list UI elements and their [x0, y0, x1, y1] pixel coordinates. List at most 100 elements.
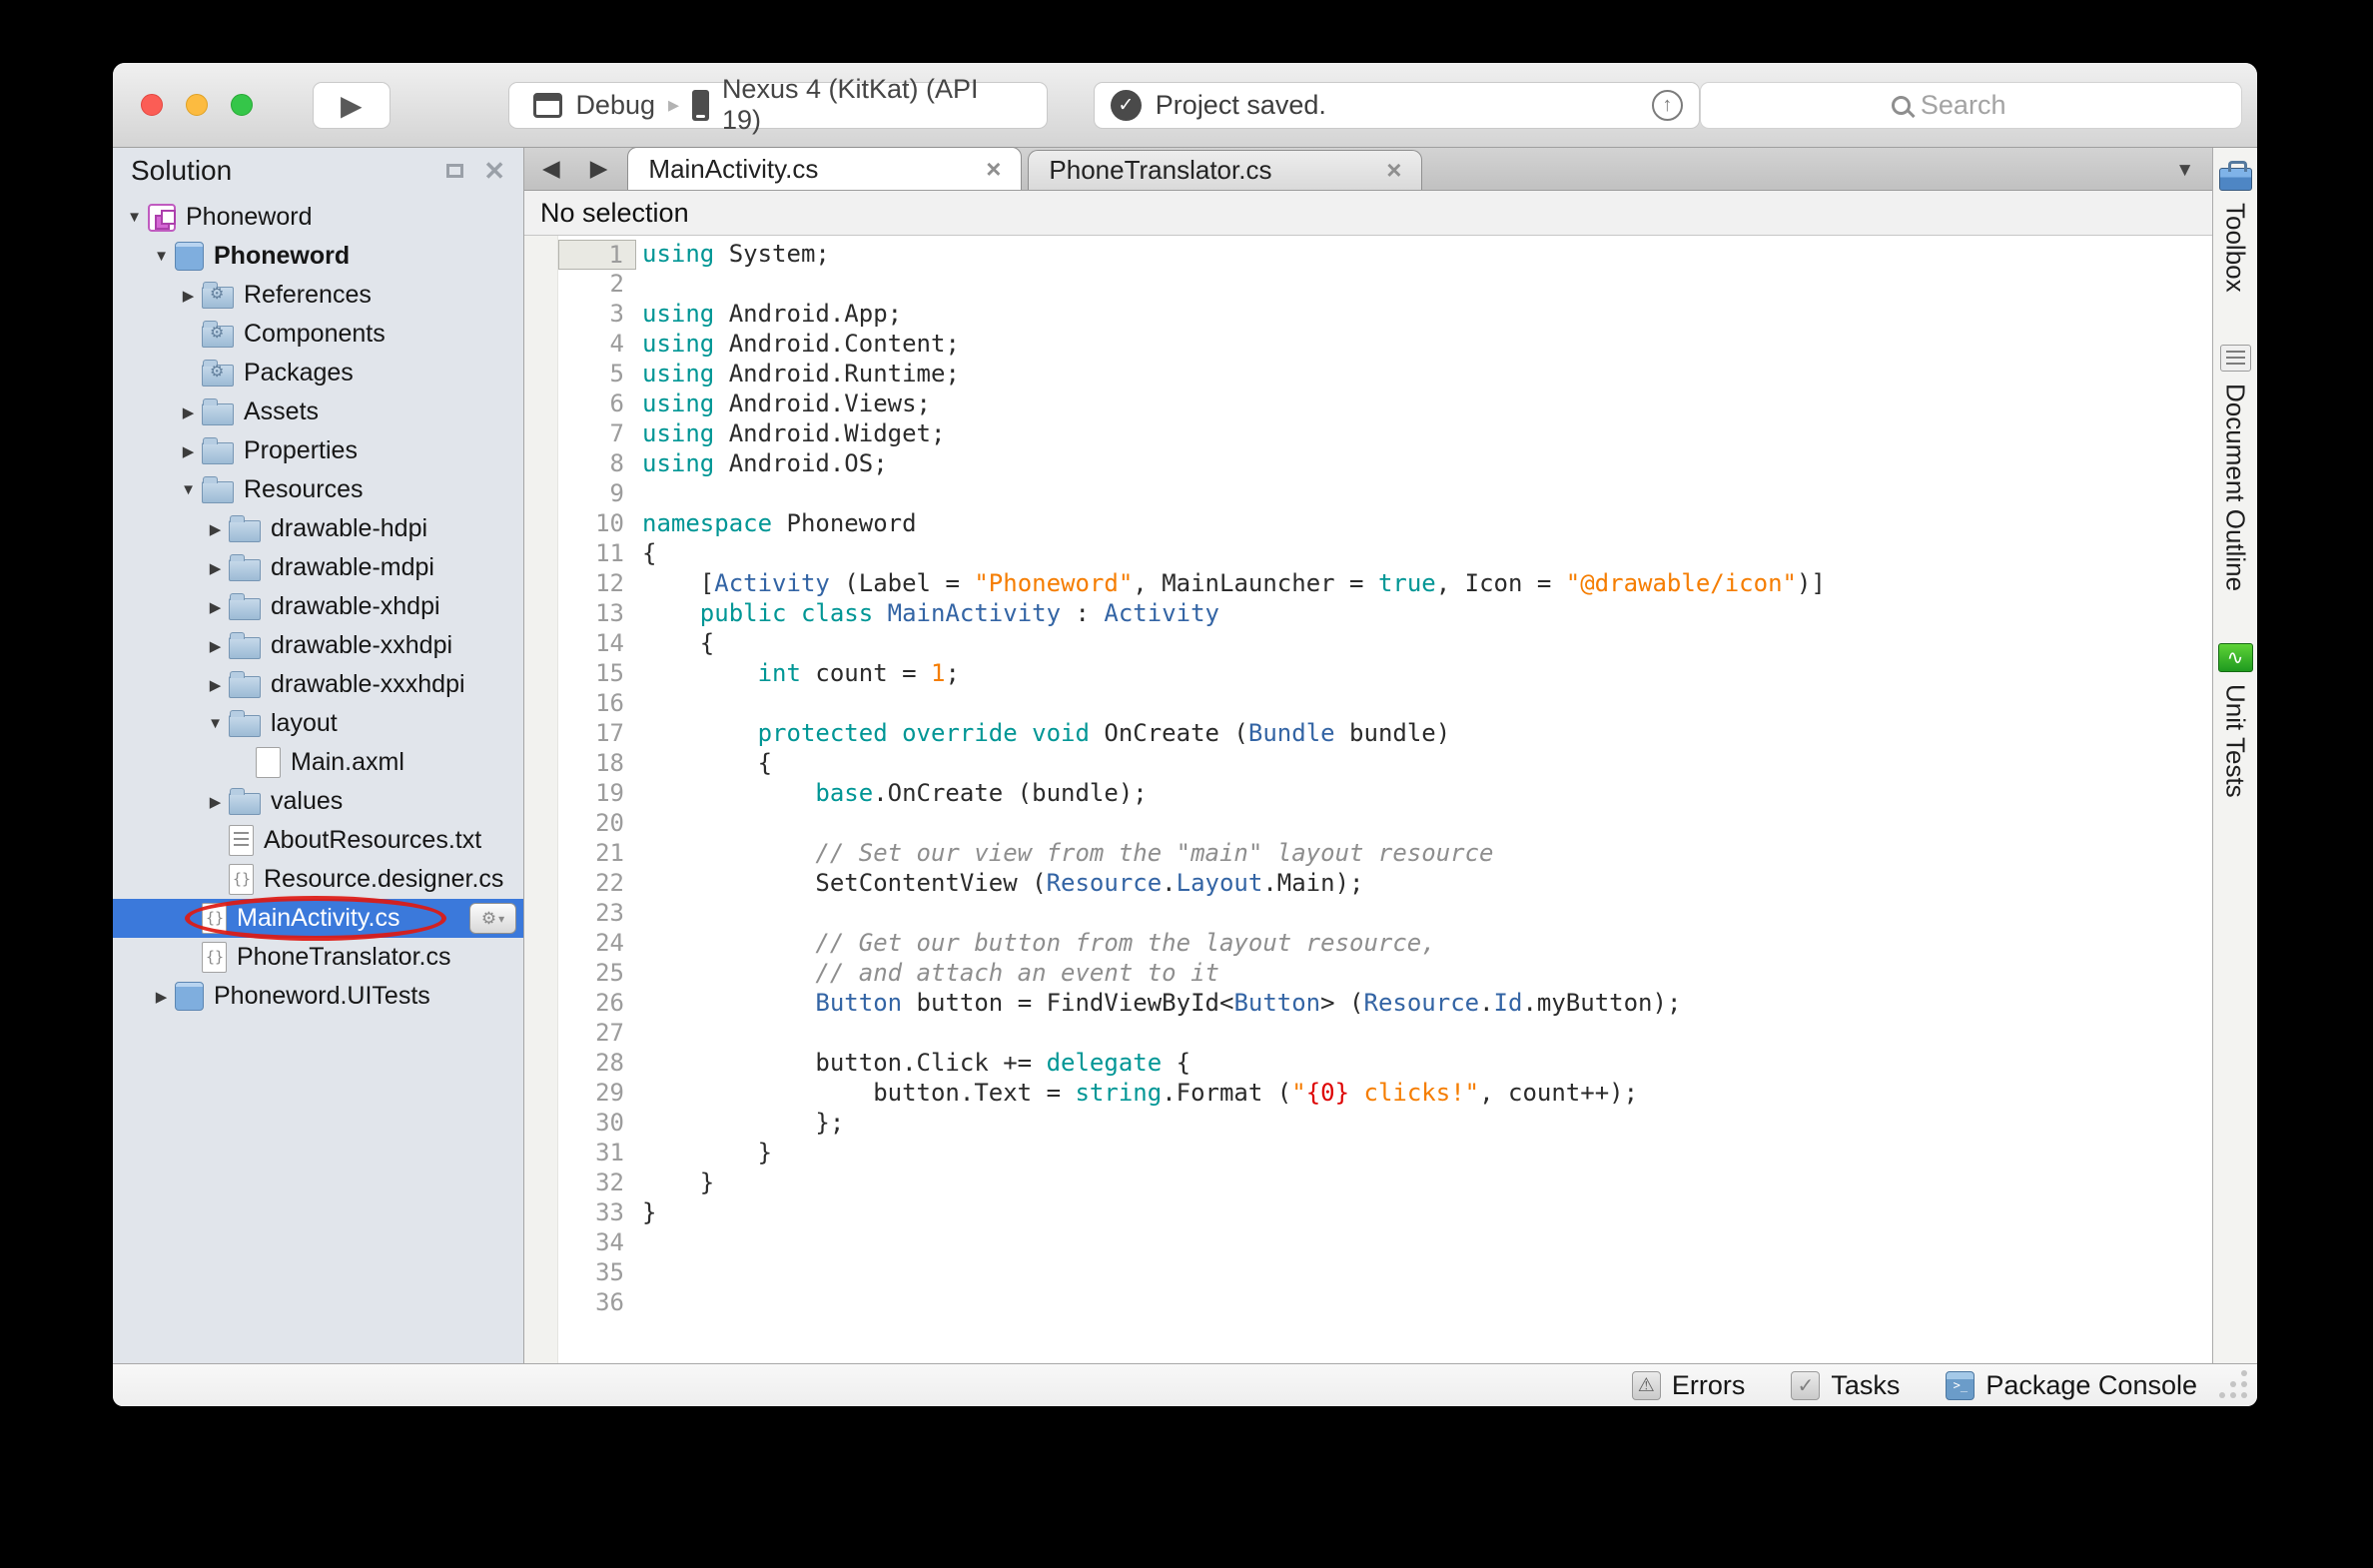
- expander-open-icon[interactable]: ▼: [202, 715, 229, 732]
- code-line-24[interactable]: 24 // Get our button from the layout res…: [558, 929, 2212, 959]
- expander-closed-icon[interactable]: ▶: [202, 637, 229, 655]
- code-line-17[interactable]: 17 protected override void OnCreate (Bun…: [558, 719, 2212, 749]
- tree-item-phonetranslator-cs[interactable]: PhoneTranslator.cs: [113, 938, 523, 977]
- code-line-26[interactable]: 26 Button button = FindViewById<Button> …: [558, 989, 2212, 1019]
- search-field[interactable]: [1700, 82, 2242, 129]
- code-line-34[interactable]: 34: [558, 1228, 2212, 1258]
- expander-closed-icon[interactable]: ▶: [202, 676, 229, 694]
- tree-item-packages[interactable]: Packages: [113, 354, 523, 392]
- code-line-4[interactable]: 4using Android.Content;: [558, 330, 2212, 360]
- code-line-1[interactable]: 1using System;: [558, 240, 2212, 270]
- line-number: 35: [558, 1258, 636, 1288]
- code-editor[interactable]: 1using System;23using Android.App;4using…: [524, 236, 2212, 1363]
- code-line-13[interactable]: 13 public class MainActivity : Activity: [558, 599, 2212, 629]
- expander-closed-icon[interactable]: ▶: [202, 793, 229, 811]
- code-line-31[interactable]: 31 }: [558, 1139, 2212, 1169]
- expander-open-icon[interactable]: ▼: [121, 209, 148, 226]
- code-line-27[interactable]: 27: [558, 1019, 2212, 1049]
- tab-list-dropdown-icon[interactable]: ▼: [2175, 160, 2194, 182]
- expander-open-icon[interactable]: ▼: [175, 481, 202, 498]
- code-line-18[interactable]: 18 {: [558, 749, 2212, 779]
- code-line-8[interactable]: 8using Android.OS;: [558, 449, 2212, 479]
- code-line-20[interactable]: 20: [558, 809, 2212, 839]
- tree-item-assets[interactable]: ▶Assets: [113, 392, 523, 431]
- dock-pad-icon[interactable]: [446, 164, 463, 178]
- code-line-16[interactable]: 16: [558, 689, 2212, 719]
- code-line-32[interactable]: 32 }: [558, 1169, 2212, 1198]
- expander-closed-icon[interactable]: ▶: [175, 287, 202, 305]
- code-line-30[interactable]: 30 };: [558, 1109, 2212, 1139]
- tree-item-drawable-xxhdpi[interactable]: ▶drawable-xxhdpi: [113, 626, 523, 665]
- expander-closed-icon[interactable]: ▶: [175, 403, 202, 421]
- code-line-5[interactable]: 5using Android.Runtime;: [558, 360, 2212, 390]
- tab-phonetranslator-cs[interactable]: PhoneTranslator.cs×: [1028, 150, 1422, 190]
- code-line-10[interactable]: 10namespace Phoneword: [558, 509, 2212, 539]
- code-file-icon: [202, 942, 227, 973]
- code-line-3[interactable]: 3using Android.App;: [558, 300, 2212, 330]
- expander-closed-icon[interactable]: ▶: [148, 988, 175, 1006]
- tree-item-phoneword[interactable]: ▼Phoneword: [113, 237, 523, 276]
- tab-mainactivity-cs[interactable]: MainActivity.cs×: [627, 147, 1022, 190]
- search-input[interactable]: [1921, 90, 2050, 121]
- expander-closed-icon[interactable]: ▶: [202, 559, 229, 577]
- tree-item-main-axml[interactable]: Main.axml: [113, 743, 523, 782]
- code-line-2[interactable]: 2: [558, 270, 2212, 300]
- expander-closed-icon[interactable]: ▶: [202, 520, 229, 538]
- navigate-back-icon[interactable]: ◀: [542, 155, 560, 182]
- expander-open-icon[interactable]: ▼: [148, 248, 175, 265]
- code-line-9[interactable]: 9: [558, 479, 2212, 509]
- expander-closed-icon[interactable]: ▶: [202, 598, 229, 616]
- tree-item-drawable-xhdpi[interactable]: ▶drawable-xhdpi: [113, 587, 523, 626]
- status-upload-icon[interactable]: ↑: [1652, 90, 1683, 121]
- code-line-19[interactable]: 19 base.OnCreate (bundle);: [558, 779, 2212, 809]
- tree-item-mainactivity-cs[interactable]: MainActivity.cs⚙▾: [113, 899, 523, 938]
- tree-item-phoneword[interactable]: ▼Phoneword: [113, 198, 523, 237]
- close-window-icon[interactable]: [141, 94, 163, 116]
- tree-item-values[interactable]: ▶values: [113, 782, 523, 821]
- dock-tab-unit-tests[interactable]: ∿Unit Tests: [2218, 643, 2253, 798]
- code-line-35[interactable]: 35: [558, 1258, 2212, 1288]
- code-line-28[interactable]: 28 button.Click += delegate {: [558, 1049, 2212, 1079]
- tree-item-resources[interactable]: ▼Resources: [113, 470, 523, 509]
- code-line-33[interactable]: 33}: [558, 1198, 2212, 1228]
- pad-button-package-console[interactable]: Package Console: [1946, 1370, 2197, 1401]
- dock-tab-toolbox[interactable]: Toolbox: [2219, 160, 2252, 293]
- tab-close-icon[interactable]: ×: [986, 154, 1001, 185]
- code-line-7[interactable]: 7using Android.Widget;: [558, 419, 2212, 449]
- pad-button-errors[interactable]: Errors: [1632, 1370, 1746, 1401]
- code-line-12[interactable]: 12 [Activity (Label = "Phoneword", MainL…: [558, 569, 2212, 599]
- tree-item-drawable-hdpi[interactable]: ▶drawable-hdpi: [113, 509, 523, 548]
- navigate-forward-icon[interactable]: ▶: [590, 155, 608, 182]
- tree-item-drawable-mdpi[interactable]: ▶drawable-mdpi: [113, 548, 523, 587]
- tree-item-components[interactable]: Components: [113, 315, 523, 354]
- code-line-36[interactable]: 36: [558, 1288, 2212, 1318]
- tree-item-layout[interactable]: ▼layout: [113, 704, 523, 743]
- tree-item-resource-designer-cs[interactable]: Resource.designer.cs: [113, 860, 523, 899]
- item-options-gear-button[interactable]: ⚙▾: [469, 903, 516, 934]
- minimize-window-icon[interactable]: [186, 94, 208, 116]
- code-line-14[interactable]: 14 {: [558, 629, 2212, 659]
- tree-item-phoneword-uitests[interactable]: ▶Phoneword.UITests: [113, 977, 523, 1016]
- run-button[interactable]: ▶: [313, 82, 391, 129]
- tree-item-aboutresources-txt[interactable]: AboutResources.txt: [113, 821, 523, 860]
- code-line-6[interactable]: 6using Android.Views;: [558, 390, 2212, 419]
- line-number: 15: [558, 659, 636, 689]
- code-line-29[interactable]: 29 button.Text = string.Format ("{0} cli…: [558, 1079, 2212, 1109]
- zoom-window-icon[interactable]: [231, 94, 253, 116]
- resize-grip[interactable]: [2241, 1392, 2247, 1398]
- close-pad-icon[interactable]: ✕: [483, 158, 505, 184]
- expander-closed-icon[interactable]: ▶: [175, 442, 202, 460]
- tree-item-properties[interactable]: ▶Properties: [113, 431, 523, 470]
- tree-item-drawable-xxxhdpi[interactable]: ▶drawable-xxxhdpi: [113, 665, 523, 704]
- build-target-selector[interactable]: Debug ▸ Nexus 4 (KitKat) (API 19): [508, 82, 1048, 129]
- code-line-23[interactable]: 23: [558, 899, 2212, 929]
- pad-button-tasks[interactable]: Tasks: [1791, 1370, 1900, 1401]
- tab-close-icon[interactable]: ×: [1386, 155, 1401, 186]
- code-line-22[interactable]: 22 SetContentView (Resource.Layout.Main)…: [558, 869, 2212, 899]
- code-line-15[interactable]: 15 int count = 1;: [558, 659, 2212, 689]
- tree-item-references[interactable]: ▶References: [113, 276, 523, 315]
- code-line-21[interactable]: 21 // Set our view from the "main" layou…: [558, 839, 2212, 869]
- code-line-25[interactable]: 25 // and attach an event to it: [558, 959, 2212, 989]
- code-line-11[interactable]: 11{: [558, 539, 2212, 569]
- dock-tab-document-outline[interactable]: Document Outline: [2220, 345, 2251, 591]
